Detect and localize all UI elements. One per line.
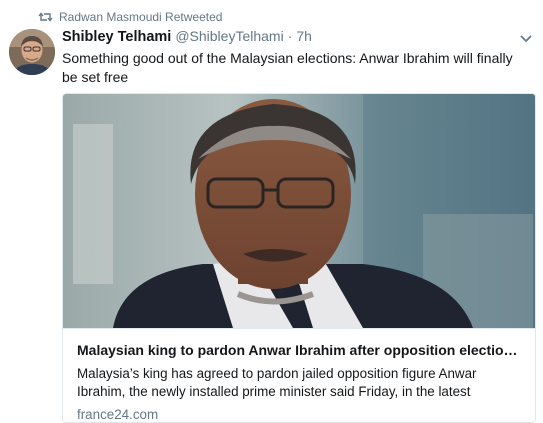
retweet-context: Radwan Masmoudi Retweeted [38,8,222,26]
tweet-text: Something good out of the Malaysian elec… [62,50,513,85]
separator-dot: · [287,28,293,44]
card-domain: france24.com [77,407,159,422]
card-body[interactable]: Malaysian king to pardon Anwar Ibrahim a… [63,328,535,422]
chevron-down-icon[interactable] [519,32,533,46]
retweet-icon [38,11,53,23]
card-description: Malaysia’s king has agreed to pardon jai… [77,366,477,399]
retweet-label[interactable]: Radwan Masmoudi Retweeted [59,10,222,24]
tweet[interactable]: Radwan Masmoudi Retweeted Shibley Telham… [0,0,543,423]
tweet-timestamp[interactable]: 7h [296,28,312,44]
link-card[interactable]: Malaysian king to pardon Anwar Ibrahim a… [62,93,536,423]
author-avatar[interactable] [9,29,55,75]
author-name[interactable]: Shibley Telhami [62,29,171,45]
card-image[interactable] [63,94,535,328]
card-title[interactable]: Malaysian king to pardon Anwar Ibrahim a… [77,341,521,359]
author-handle[interactable]: @ShibleyTelhami [175,28,283,44]
tweet-header: Shibley Telhami @ShibleyTelhami · 7h [62,28,312,48]
